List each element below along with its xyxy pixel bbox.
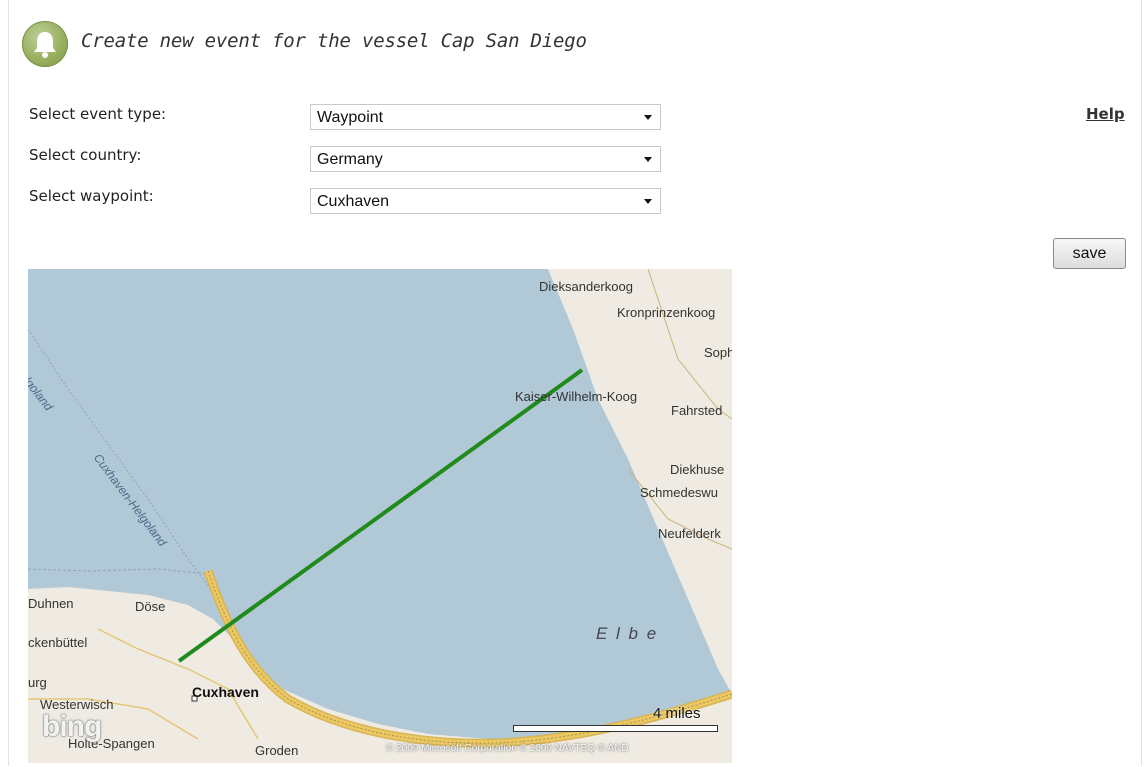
- chevron-down-icon: [644, 115, 652, 120]
- bing-logo: bing: [42, 710, 102, 743]
- event-type-label: Select event type:: [29, 105, 167, 123]
- map-copyright: © 2009 Microsoft Corporation © 2009 NAVT…: [386, 743, 629, 754]
- event-type-select[interactable]: Waypoint: [310, 104, 661, 130]
- chevron-down-icon: [644, 157, 652, 162]
- save-button[interactable]: save: [1053, 238, 1126, 269]
- waypoint-select[interactable]: Cuxhaven: [310, 188, 661, 214]
- country-label: Select country:: [29, 146, 142, 164]
- map-label-kronprinzenkoog: Kronprinzenkoog: [617, 305, 716, 320]
- map[interactable]: Dieksanderkoog Kronprinzenkoog Soph Kais…: [28, 269, 732, 763]
- bell-icon: [22, 21, 68, 67]
- map-label-ckenbuttel: ckenbüttel: [28, 635, 88, 650]
- waypoint-value: Cuxhaven: [317, 193, 390, 210]
- map-label-diekhuse: Diekhuse: [670, 462, 725, 477]
- map-label-groden: Groden: [255, 743, 299, 758]
- event-type-value: Waypoint: [317, 109, 384, 126]
- map-label-neufelderk: Neufelderk: [658, 526, 721, 541]
- sea-boundary: [28, 568, 209, 575]
- map-label-fahrsted: Fahrsted: [671, 403, 723, 418]
- help-link[interactable]: Help: [1086, 105, 1125, 123]
- map-label-dose: Döse: [135, 599, 166, 614]
- ferry-route: [28, 328, 219, 600]
- country-value: Germany: [317, 151, 383, 168]
- map-label-schmedeswu: Schmedeswu: [640, 485, 719, 500]
- scale-label: 4 miles: [653, 705, 701, 722]
- chevron-down-icon: [644, 199, 652, 204]
- map-label-duhnen: Duhnen: [28, 596, 74, 611]
- scale-bar: [513, 725, 718, 732]
- map-label-dieksanderkoog: Dieksanderkoog: [539, 279, 633, 294]
- map-label-soph: Soph: [704, 345, 732, 360]
- map-label-cuxhaven: Cuxhaven: [192, 684, 259, 700]
- waypoint-label: Select waypoint:: [29, 187, 154, 205]
- waypoint-line: [177, 368, 584, 663]
- page-title: Create new event for the vessel Cap San …: [81, 30, 587, 52]
- map-label-urg: urg: [28, 675, 47, 690]
- map-label-kaiser-wilhelm-koog: Kaiser-Wilhelm-Koog: [515, 389, 638, 404]
- map-label-elbe: E l b e: [596, 624, 659, 643]
- country-select[interactable]: Germany: [310, 146, 661, 172]
